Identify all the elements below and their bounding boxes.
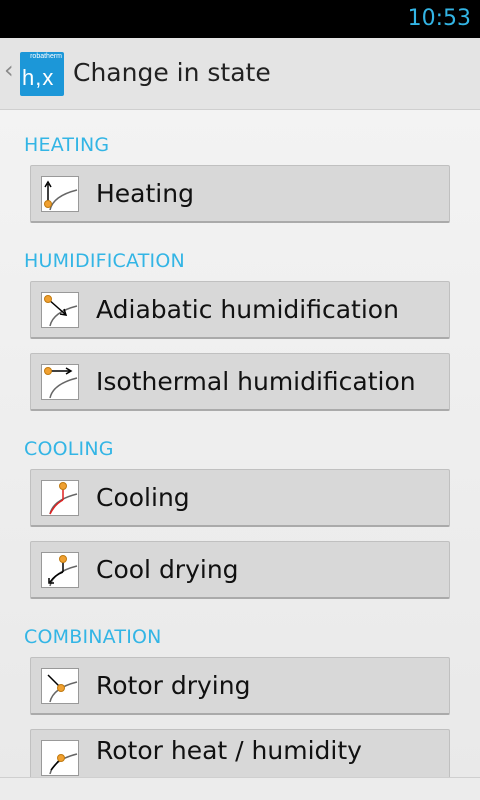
section-header-cooling: COOLING <box>24 438 114 460</box>
rotor-drying-button[interactable]: Rotor drying <box>30 657 450 715</box>
app-logo-icon[interactable]: robatherm h,x <box>20 52 64 96</box>
heating-icon <box>41 176 79 212</box>
bottom-divider <box>0 777 480 778</box>
logo-brand-text: robatherm <box>30 53 62 60</box>
section-header-combination: COMBINATION <box>24 626 162 648</box>
isothermal-humidification-button[interactable]: Isothermal humidification <box>30 353 450 411</box>
adiabatic-humidification-icon <box>41 292 79 328</box>
item-label: Cooling <box>96 483 190 512</box>
rotor-drying-icon <box>41 668 79 704</box>
item-label: Rotor drying <box>96 671 251 700</box>
cooling-icon <box>41 480 79 516</box>
rotor-heat-humidity-icon <box>41 740 79 776</box>
item-label: Rotor heat / humidity <box>96 736 362 765</box>
section-header-humidification: HUMIDIFICATION <box>24 250 185 272</box>
adiabatic-humidification-button[interactable]: Adiabatic humidification <box>30 281 450 339</box>
section-header-heating: HEATING <box>24 134 110 156</box>
item-label: Adiabatic humidification <box>96 295 399 324</box>
page-title: Change in state <box>73 58 271 87</box>
cooling-button[interactable]: Cooling <box>30 469 450 527</box>
cool-drying-icon <box>41 552 79 588</box>
action-bar: ‹ robatherm h,x Change in state <box>0 38 480 110</box>
status-bar: 10:53 <box>0 0 480 38</box>
up-navigation-icon[interactable]: ‹ <box>4 58 14 82</box>
item-label: Heating <box>96 179 194 208</box>
cool-drying-button[interactable]: Cool drying <box>30 541 450 599</box>
item-label: Isothermal humidification <box>96 367 416 396</box>
item-label: Cool drying <box>96 555 239 584</box>
content-list[interactable]: HEATING Heating HUMIDIFICATION Adiabatic… <box>0 110 480 778</box>
heating-button[interactable]: Heating <box>30 165 450 223</box>
rotor-heat-humidity-button[interactable]: Rotor heat / humidity <box>30 729 450 778</box>
logo-mark-text: h,x <box>22 65 55 90</box>
status-time: 10:53 <box>407 6 471 31</box>
isothermal-humidification-icon <box>41 364 79 400</box>
